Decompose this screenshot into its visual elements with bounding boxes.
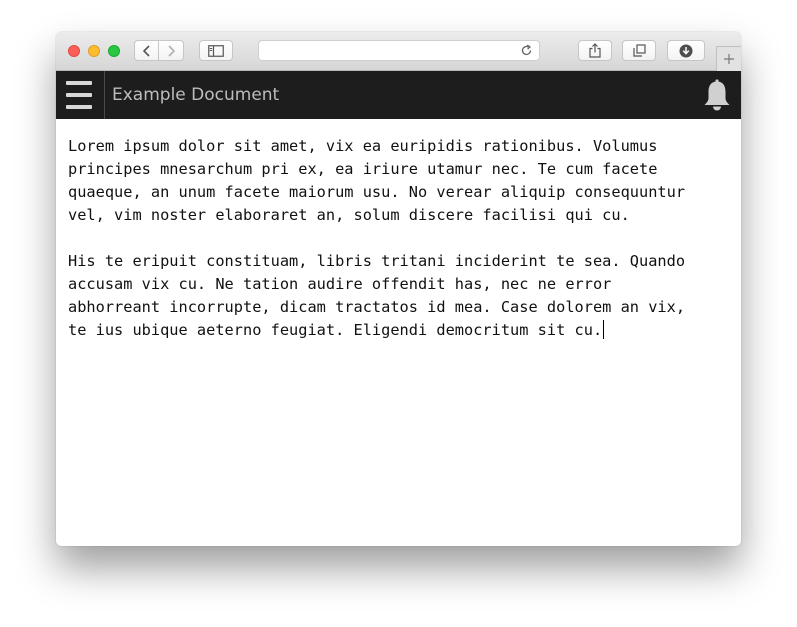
new-tab-button[interactable] <box>716 46 741 71</box>
sidebar-icon <box>208 44 224 57</box>
chevron-right-icon <box>168 44 176 57</box>
share-button[interactable] <box>578 40 612 61</box>
document-editor[interactable]: Lorem ipsum dolor sit amet, vix ea eurip… <box>68 135 728 365</box>
document-paragraph-text: His te eripuit constituam, libris tritan… <box>68 252 686 339</box>
minimize-window-button[interactable] <box>88 45 100 57</box>
reload-icon[interactable] <box>520 44 533 57</box>
sidebar-toggle-button[interactable] <box>199 40 233 61</box>
document-paragraph-last: His te eripuit constituam, libris tritan… <box>68 250 728 342</box>
zoom-window-button[interactable] <box>108 45 120 57</box>
text-cursor <box>603 320 605 339</box>
downloads-button[interactable] <box>667 40 705 61</box>
chevron-left-icon <box>142 44 150 57</box>
tabs-overview-button[interactable] <box>622 40 656 61</box>
document-paragraph: Lorem ipsum dolor sit amet, vix ea eurip… <box>68 137 686 224</box>
download-icon <box>679 44 693 57</box>
hamburger-menu-icon[interactable] <box>66 81 92 109</box>
browser-window: Example Document Lorem ipsum dolor sit a… <box>56 32 741 546</box>
header-divider <box>104 71 105 119</box>
browser-toolbar <box>56 32 741 71</box>
notifications-button[interactable] <box>701 79 733 111</box>
tabs-overview-icon <box>632 44 646 57</box>
forward-button[interactable] <box>159 40 184 61</box>
plus-icon <box>724 54 734 64</box>
document-title: Example Document <box>112 85 280 105</box>
close-window-button[interactable] <box>68 45 80 57</box>
share-icon <box>589 43 601 58</box>
address-bar[interactable] <box>258 40 540 61</box>
app-header: Example Document <box>56 71 741 119</box>
back-button[interactable] <box>134 40 159 61</box>
bell-icon <box>704 79 730 111</box>
